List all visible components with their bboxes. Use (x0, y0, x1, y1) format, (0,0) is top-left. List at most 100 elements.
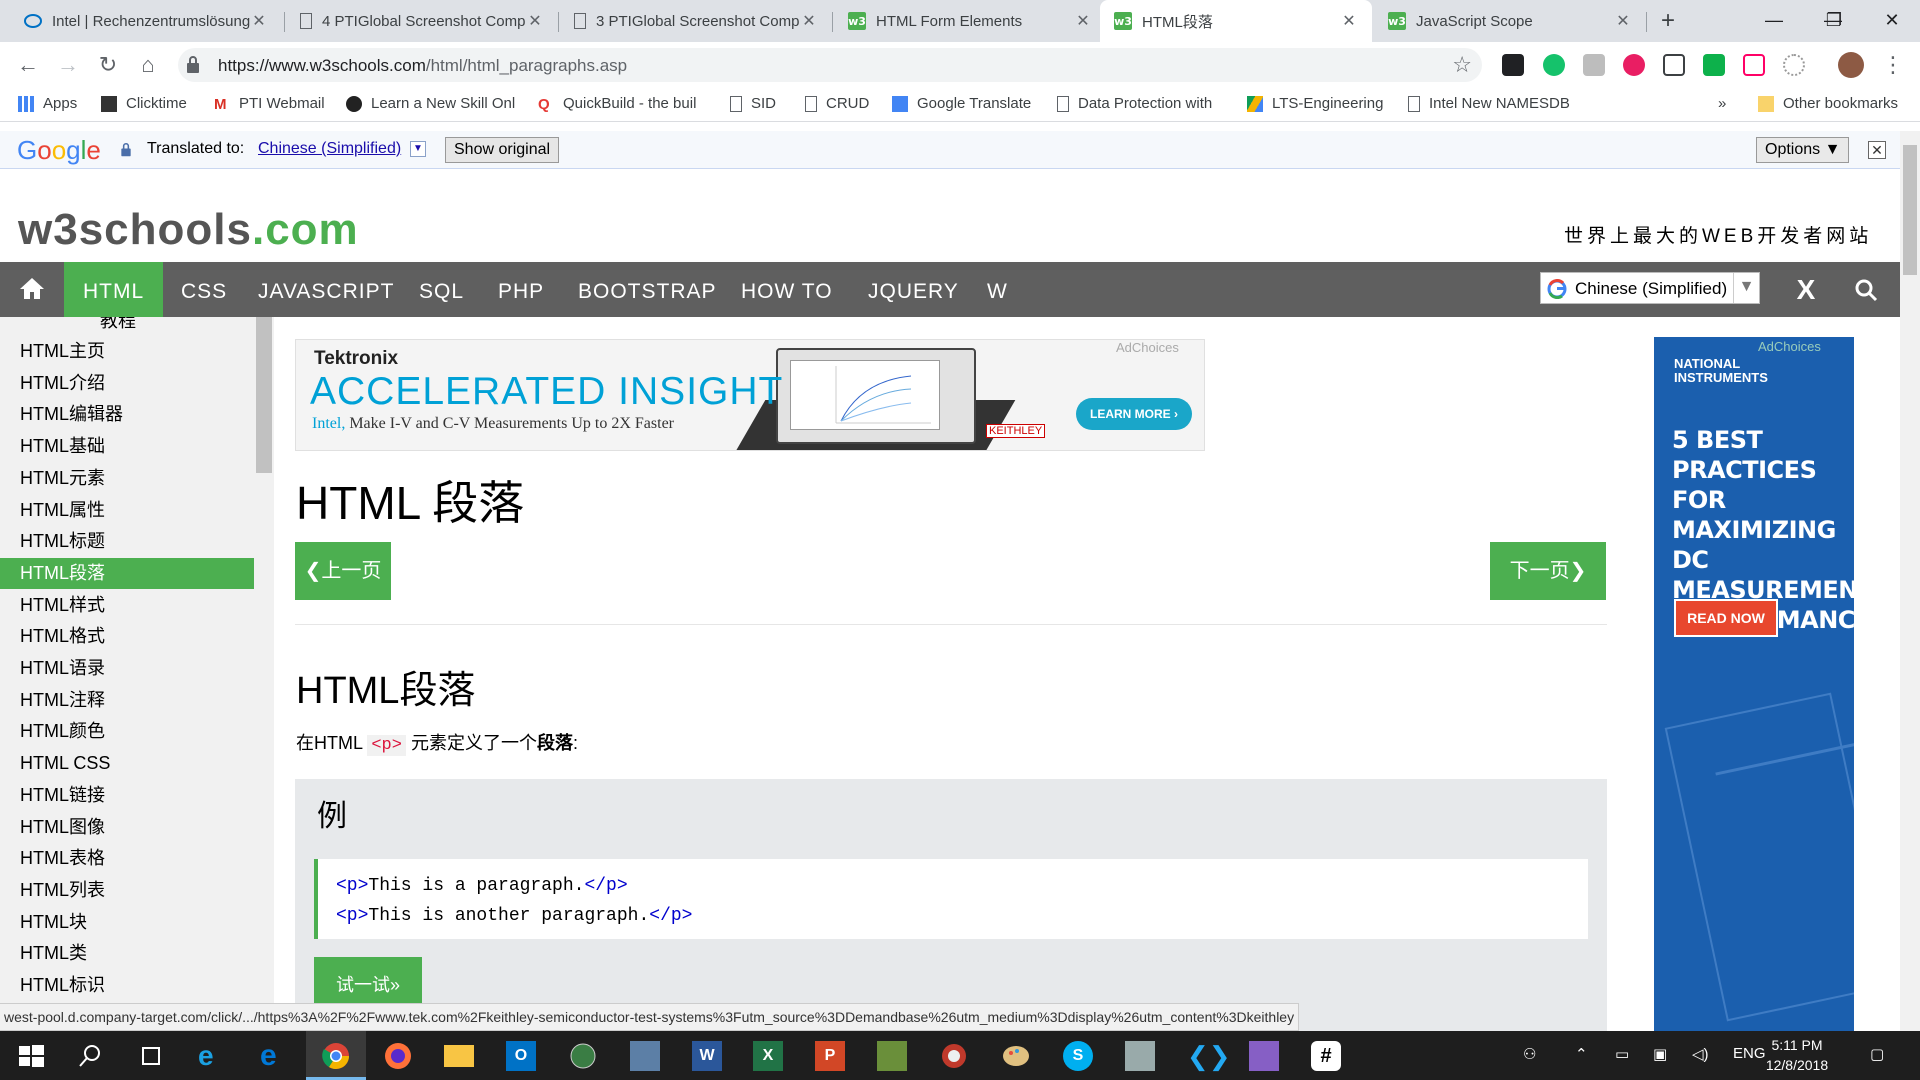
bookmark-item[interactable]: Clicktime (101, 95, 187, 112)
app-icon[interactable] (939, 1041, 969, 1071)
paint-icon[interactable] (1001, 1041, 1031, 1071)
forward-arrow-icon[interactable]: → (53, 50, 83, 80)
close-icon[interactable]: ✕ (250, 11, 268, 31)
other-bookmarks[interactable]: Other bookmarks (1758, 95, 1898, 112)
read-now-button[interactable]: READ NOW (1674, 599, 1778, 637)
browser-tab[interactable]: 3 PTIGlobal Screenshot Comp ✕ (560, 0, 832, 42)
bookmark-item[interactable]: Intel New NAMESDB (1408, 95, 1570, 112)
minimize-button[interactable]: — (1746, 0, 1802, 40)
search-icon[interactable] (1846, 262, 1886, 317)
windows-start-icon[interactable] (16, 1041, 46, 1071)
sidebar-item[interactable]: HTML基础 (0, 431, 254, 462)
sidebar-item[interactable]: HTML表格 (0, 843, 254, 874)
extension-icon[interactable] (1583, 54, 1605, 76)
maximize-button[interactable]: ❐ (1806, 0, 1862, 40)
sidebar-item[interactable]: HTML块 (0, 907, 254, 938)
bookmark-item[interactable]: LTS-Engineering (1247, 95, 1383, 112)
avatar[interactable] (1838, 52, 1864, 78)
sidebar-item[interactable]: HTML颜色 (0, 716, 254, 747)
address-bar[interactable]: https://www.w3schools.com/html/html_para… (178, 48, 1482, 82)
vs-code-icon[interactable]: ❮❯ (1187, 1041, 1231, 1071)
close-icon[interactable]: ✕ (1868, 141, 1886, 159)
close-window-button[interactable]: ✕ (1864, 0, 1920, 40)
file-explorer-icon[interactable] (444, 1045, 474, 1067)
globe-icon[interactable] (568, 1041, 598, 1071)
sidebar-item[interactable]: HTML类 (0, 938, 254, 969)
national-instruments-ad[interactable]: AdChoices NATIONAL INSTRUMENTS 5 BEST PRA… (1654, 337, 1854, 1031)
translate-language-select[interactable]: Chinese (Simplified) ▼ (1540, 272, 1760, 304)
bookmark-item[interactable]: Q QuickBuild - the buil (538, 95, 696, 113)
firefox-icon[interactable] (383, 1041, 413, 1071)
bookmarks-overflow-button[interactable]: » (1718, 95, 1726, 112)
home-icon[interactable]: ⌂ (133, 50, 163, 80)
home-icon[interactable] (0, 262, 64, 317)
chrome-icon[interactable] (321, 1041, 351, 1071)
sidebar-item[interactable]: HTML属性 (0, 495, 254, 526)
internet-explorer-icon[interactable]: e (198, 1041, 228, 1071)
site-logo[interactable]: w3schools.com (18, 205, 359, 255)
grammarly-icon[interactable] (1543, 54, 1565, 76)
nav-more[interactable]: W (968, 262, 1008, 317)
bookmark-item[interactable]: SID (730, 95, 776, 112)
bookmark-item[interactable]: Google Translate (892, 95, 1031, 112)
extension-icon[interactable] (1502, 54, 1524, 76)
bookmark-item[interactable]: Learn a New Skill Onl (346, 95, 515, 112)
close-icon[interactable]: ✕ (526, 11, 544, 31)
sidebar-item[interactable]: HTML格式 (0, 621, 254, 652)
translate-options-button[interactable]: Options ▼ (1756, 137, 1850, 163)
close-icon[interactable]: ✕ (1074, 11, 1092, 31)
notification-icon[interactable]: ▢ (1870, 1045, 1884, 1063)
excel-icon[interactable]: X (753, 1041, 783, 1071)
nav-bootstrap[interactable]: BOOTSTRAP (559, 262, 736, 317)
edge-icon[interactable]: e (260, 1041, 290, 1071)
extension-icon[interactable] (1743, 54, 1765, 76)
extension-icon[interactable] (1623, 54, 1645, 76)
sidebar-scrollbar[interactable] (256, 317, 272, 473)
new-tab-button[interactable]: + (1652, 6, 1684, 38)
adchoices-label[interactable]: AdChoices (1758, 339, 1821, 354)
nav-jquery[interactable]: JQUERY (849, 262, 978, 317)
close-icon[interactable]: ✕ (1340, 11, 1358, 31)
sidebar-item[interactable]: HTML注释 (0, 685, 254, 716)
nav-javascript[interactable]: JAVASCRIPT (239, 262, 413, 317)
outlook-icon[interactable]: O (506, 1041, 536, 1071)
people-icon[interactable]: ⚇ (1523, 1045, 1536, 1063)
reload-icon[interactable]: ↻ (93, 50, 123, 80)
sidebar-item[interactable]: HTML编辑器 (0, 399, 254, 430)
bookmark-item[interactable]: Data Protection with (1057, 95, 1212, 112)
app-icon[interactable] (1125, 1041, 1155, 1071)
language-dropdown-icon[interactable]: ▼ (410, 141, 426, 157)
adchoices-label[interactable]: AdChoices (1116, 340, 1179, 355)
sidebar-item[interactable]: HTML样式 (0, 590, 254, 621)
back-arrow-icon[interactable]: ← (13, 50, 43, 80)
sidebar-item[interactable]: HTML CSS (0, 748, 254, 779)
previous-page-button[interactable]: ❮上一页 (295, 542, 391, 600)
nav-how-to[interactable]: HOW TO (722, 262, 852, 317)
browser-tab[interactable]: w3 JavaScript Scope ✕ (1374, 0, 1646, 42)
sidebar-item[interactable]: HTML元素 (0, 463, 254, 494)
show-original-button[interactable]: Show original (445, 137, 560, 163)
menu-icon[interactable]: ⋮ (1878, 50, 1908, 80)
extension-icon[interactable] (1703, 54, 1725, 76)
nav-php[interactable]: PHP (479, 262, 563, 317)
skype-icon[interactable]: S (1063, 1041, 1093, 1071)
close-icon[interactable]: ✕ (800, 11, 818, 31)
extension-icon[interactable] (1663, 54, 1685, 76)
scrollbar-thumb[interactable] (1903, 145, 1917, 275)
bookmark-item[interactable]: M PTI Webmail (214, 95, 325, 113)
nav-css[interactable]: CSS (162, 262, 246, 317)
sidebar-item[interactable]: HTML标题 (0, 526, 254, 557)
battery-icon[interactable]: ▭ (1615, 1045, 1629, 1063)
next-page-button[interactable]: 下一页❯ (1490, 542, 1606, 600)
app-icon[interactable] (877, 1041, 907, 1071)
chevron-up-icon[interactable]: ⌃ (1575, 1045, 1588, 1063)
nav-sql[interactable]: SQL (400, 262, 483, 317)
browser-tab[interactable]: Intel | Rechenzentrumslösung ✕ (10, 0, 282, 42)
page-scrollbar[interactable] (1900, 131, 1920, 1031)
close-nav-button[interactable]: X (1786, 262, 1826, 317)
extension-icon[interactable] (1783, 54, 1805, 76)
sidebar-item[interactable]: HTML标识 (0, 970, 254, 1001)
sidebar-item[interactable]: HTML主页 (0, 336, 254, 367)
slack-icon[interactable]: # (1311, 1041, 1341, 1071)
search-icon[interactable] (75, 1041, 105, 1071)
